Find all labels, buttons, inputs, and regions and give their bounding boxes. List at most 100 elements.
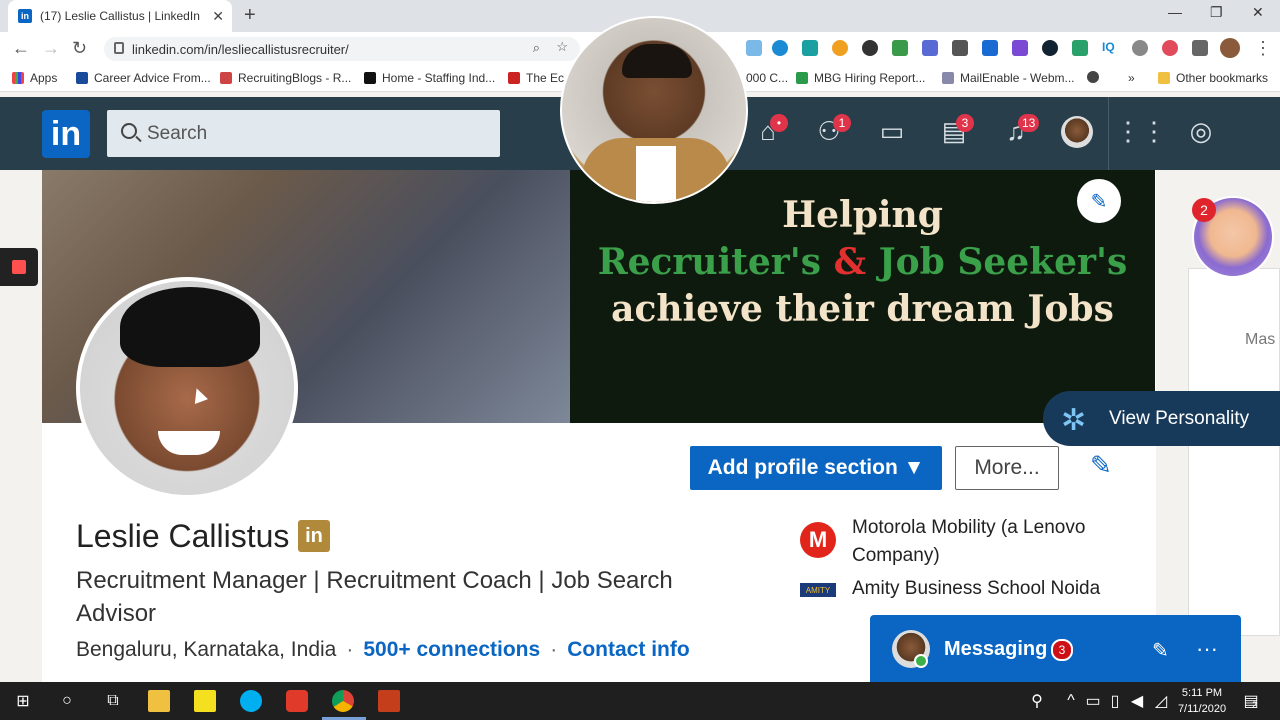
learning-icon[interactable]: ◎ xyxy=(1186,116,1216,146)
bookmark-item[interactable]: MailEnable - Webm... xyxy=(942,71,1075,85)
wifi-icon[interactable]: ◿ xyxy=(1150,690,1172,712)
messaging-badge: 3 xyxy=(956,114,974,132)
tray-chevron-icon[interactable]: ^ xyxy=(1060,690,1082,712)
globe-icon[interactable] xyxy=(1087,71,1105,83)
search-icon xyxy=(121,123,137,139)
presenter-hair xyxy=(622,44,692,78)
view-personality-label: View Personality xyxy=(1109,407,1250,429)
edit-intro-pencil-icon[interactable]: ✎ xyxy=(1090,450,1112,481)
edit-banner-pencil-icon[interactable]: ✎ xyxy=(1077,179,1121,223)
online-status-icon xyxy=(914,654,928,668)
extension-icon[interactable] xyxy=(1042,40,1058,56)
linkedin-logo[interactable]: in xyxy=(42,110,90,158)
back-arrow-icon[interactable]: ← xyxy=(12,38,30,59)
messaging-more-icon[interactable]: ··· xyxy=(1196,636,1218,662)
extension-icon[interactable] xyxy=(1162,40,1178,56)
battery-icon[interactable]: ▭ xyxy=(1082,690,1104,712)
bookmarks-overflow[interactable]: » xyxy=(1128,71,1135,85)
bookmark-apps[interactable]: Apps xyxy=(12,71,57,85)
powerpoint-icon[interactable] xyxy=(378,690,400,712)
extension-icon[interactable] xyxy=(1012,40,1028,56)
banner-ampersand: & xyxy=(833,241,867,283)
bookmark-star-icon[interactable]: ☆ xyxy=(556,39,568,55)
education-school[interactable]: Amity Business School Noida xyxy=(852,578,1100,600)
extension-icon[interactable] xyxy=(922,40,938,56)
chrome-icon[interactable] xyxy=(332,690,354,712)
bookmark-item[interactable]: Home - Staffing Ind... xyxy=(364,71,495,85)
skype-icon[interactable] xyxy=(240,690,262,712)
webcam-overlay xyxy=(560,16,748,204)
chatbot-badge: 2 xyxy=(1192,198,1216,222)
extension-icon[interactable] xyxy=(802,40,818,56)
people-icon[interactable]: ⚲ xyxy=(1026,690,1048,712)
extension-icon[interactable] xyxy=(952,40,968,56)
extension-icon[interactable] xyxy=(982,40,998,56)
extensions-puzzle-icon[interactable] xyxy=(1192,40,1208,56)
bookmark-label: Other bookmarks xyxy=(1176,71,1269,85)
bookmark-label: Home - Staffing Ind... xyxy=(382,71,496,85)
notifications-badge: 13 xyxy=(1018,114,1040,132)
work-grid-icon[interactable]: ⋮⋮ xyxy=(1115,116,1167,146)
add-profile-section-button[interactable]: Add profile section ▼ xyxy=(690,446,942,490)
task-view-icon[interactable]: ⧉ xyxy=(102,690,124,712)
cortana-search-icon[interactable]: ○ xyxy=(56,690,78,712)
app-icon[interactable] xyxy=(286,690,308,712)
address-bar[interactable]: linkedin.com/in/lesliecallistusrecruiter… xyxy=(104,37,580,61)
browser-tab-active[interactable]: in (17) Leslie Callistus | LinkedIn ✕ xyxy=(8,0,232,32)
profile-name: Leslie Callistus xyxy=(76,518,290,554)
bookmark-other[interactable]: Other bookmarks xyxy=(1158,71,1268,85)
extension-icon[interactable] xyxy=(746,40,762,56)
close-tab-icon[interactable]: ✕ xyxy=(212,8,224,25)
new-tab-button[interactable]: + xyxy=(244,4,256,27)
extension-icon[interactable] xyxy=(892,40,908,56)
compose-message-icon[interactable]: ✎ xyxy=(1152,638,1169,663)
bookmark-item[interactable]: Career Advice From... xyxy=(76,71,211,85)
bookmark-item[interactable]: RecruitingBlogs - R... xyxy=(220,71,351,85)
search-input[interactable]: Search xyxy=(107,110,500,157)
extension-icon[interactable] xyxy=(832,40,848,56)
me-avatar[interactable] xyxy=(1061,116,1093,148)
lock-icon xyxy=(114,42,124,54)
current-company[interactable]: Motorola Mobility (a Lenovo Company) xyxy=(852,514,1142,570)
sticky-notes-icon[interactable] xyxy=(194,690,216,712)
connections-link[interactable]: 500+ connections xyxy=(363,638,540,661)
reload-icon[interactable]: ↻ xyxy=(72,38,87,59)
action-center-icon[interactable]: ▤ xyxy=(1240,690,1262,712)
jobs-briefcase-icon[interactable]: ▭ xyxy=(877,116,907,146)
windows-start-icon[interactable]: ⊞ xyxy=(12,690,34,712)
close-window-icon[interactable]: ✕ xyxy=(1252,4,1264,21)
amity-logo-icon: AMITY xyxy=(800,583,836,597)
separator-dot: · xyxy=(550,638,558,661)
chrome-menu-icon[interactable]: ⋮ xyxy=(1254,38,1272,59)
forward-arrow-icon[interactable]: → xyxy=(42,38,60,59)
recording-stop-button[interactable] xyxy=(0,248,38,286)
more-button[interactable]: More... xyxy=(955,446,1059,490)
home-badge: • xyxy=(770,114,788,132)
clock-date: 7/11/2020 xyxy=(1177,703,1227,715)
restore-window-icon[interactable]: ❐ xyxy=(1210,4,1223,21)
bookmark-label: Apps xyxy=(30,71,58,85)
extension-icon[interactable] xyxy=(772,40,788,56)
usb-icon[interactable]: ▯ xyxy=(1104,690,1126,712)
file-explorer-icon[interactable] xyxy=(148,690,170,712)
zoom-icon[interactable]: ⌕ xyxy=(533,40,540,56)
view-personality-button[interactable]: ✲ View Personality xyxy=(1043,391,1280,446)
profile-avatar[interactable] xyxy=(1220,38,1240,58)
notification-count: 2 xyxy=(1252,700,1258,710)
right-rail-text: Mas xyxy=(1245,331,1276,348)
profile-headline: Recruitment Manager | Recruitment Coach … xyxy=(76,567,673,627)
hair xyxy=(120,287,260,367)
extension-icon[interactable] xyxy=(1132,40,1148,56)
profile-photo[interactable] xyxy=(76,277,298,499)
bookmark-item[interactable]: MBG Hiring Report... xyxy=(796,71,925,85)
taskbar-clock[interactable]: 5:11 PM 7/11/2020 xyxy=(1172,685,1232,717)
volume-icon[interactable]: ◀ xyxy=(1126,690,1148,712)
extension-icon[interactable]: IQ xyxy=(1102,40,1118,56)
bookmark-item[interactable]: 000 C... xyxy=(746,71,788,85)
messaging-title: Messaging xyxy=(944,638,1048,660)
extension-icon[interactable] xyxy=(862,40,878,56)
extension-icon[interactable] xyxy=(1072,40,1088,56)
banner-text: Job Seeker's xyxy=(866,241,1128,283)
minimize-window-icon[interactable]: — xyxy=(1168,4,1182,20)
contact-info-link[interactable]: Contact info xyxy=(567,638,689,661)
